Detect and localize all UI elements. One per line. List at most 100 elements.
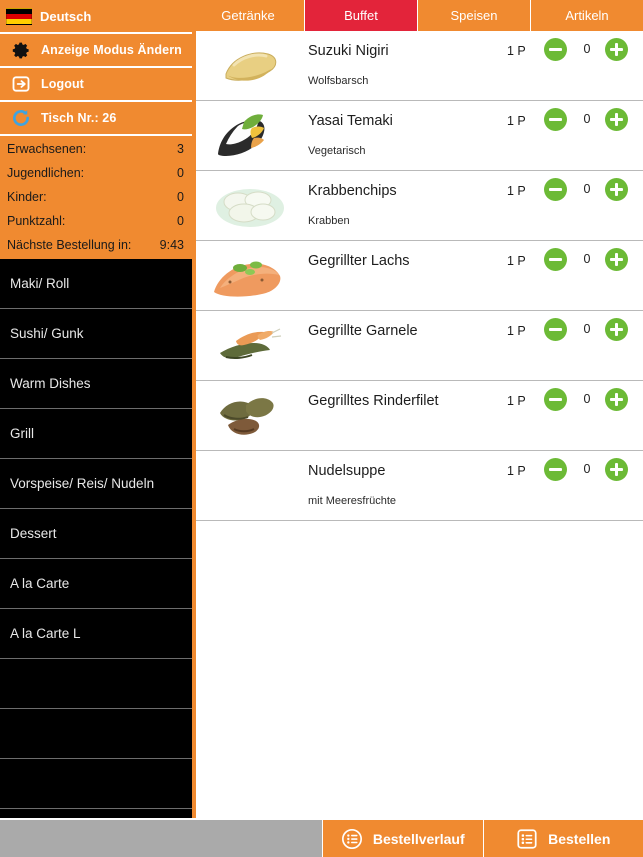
dish-thumbnail-shrimp — [204, 317, 296, 375]
item-quantity: 0 — [583, 322, 591, 336]
stat-label: Nächste Bestellung in: — [7, 238, 132, 252]
square-list-icon — [516, 828, 538, 850]
sidebar-item-a-la-carte[interactable]: A la Carte — [0, 559, 192, 609]
dish-thumbnail-none — [204, 457, 296, 515]
tab-label: Buffet — [344, 8, 378, 23]
item-quantity: 0 — [583, 42, 591, 56]
sidebar-item-empty[interactable] — [0, 759, 192, 809]
decrease-quantity-button[interactable] — [544, 38, 567, 61]
tab-artikeln[interactable]: Artikeln — [531, 0, 643, 31]
table-row[interactable]: Gegrillte Garnele 1 P 0 — [196, 311, 643, 381]
sidebar-item-vorspeise-reis-nudeln[interactable]: Vorspeise/ Reis/ Nudeln — [0, 459, 192, 509]
decrease-quantity-button[interactable] — [544, 248, 567, 271]
display-mode-label: Anzeige Modus Ändern — [41, 43, 182, 57]
tab-getranke[interactable]: Getränke — [192, 0, 305, 31]
decrease-quantity-button[interactable] — [544, 318, 567, 341]
category-tab-bar: Getränke Buffet Speisen Artikeln — [192, 0, 643, 31]
item-name: Gegrillter Lachs — [308, 253, 410, 269]
sidebar-item-sushi-gunk[interactable]: Sushi/ Gunk — [0, 309, 192, 359]
sidebar-item-empty[interactable] — [0, 709, 192, 759]
item-subtitle: mit Meeresfrüchte — [308, 495, 397, 507]
gear-icon — [8, 41, 34, 60]
tab-speisen[interactable]: Speisen — [418, 0, 531, 31]
plus-icon — [614, 43, 619, 56]
table-row[interactable]: Krabbenchips Krabben 1 P 0 — [196, 171, 643, 241]
category-label: Sushi/ Gunk — [10, 326, 84, 341]
tab-buffet[interactable]: Buffet — [305, 0, 418, 31]
tab-label: Speisen — [450, 8, 498, 23]
category-label: Warm Dishes — [10, 376, 91, 391]
plus-icon — [614, 463, 619, 476]
category-list: Maki/ Roll Sushi/ Gunk Warm Dishes Grill… — [0, 259, 192, 809]
decrease-quantity-button[interactable] — [544, 178, 567, 201]
sidebar-item-maki-roll[interactable]: Maki/ Roll — [0, 259, 192, 309]
decrease-quantity-button[interactable] — [544, 458, 567, 481]
increase-quantity-button[interactable] — [605, 108, 628, 131]
stat-value: 9:43 — [159, 238, 184, 252]
sidebar-item-display-mode[interactable]: Anzeige Modus Ändern — [0, 34, 192, 68]
table-number-label: Tisch Nr.: 26 — [41, 111, 117, 125]
category-label: Grill — [10, 426, 34, 441]
stat-value: 0 — [177, 166, 184, 180]
increase-quantity-button[interactable] — [605, 178, 628, 201]
increase-quantity-button[interactable] — [605, 318, 628, 341]
item-price: 1 P — [507, 44, 526, 58]
increase-quantity-button[interactable] — [605, 458, 628, 481]
minus-icon — [549, 397, 562, 402]
increase-quantity-button[interactable] — [605, 38, 628, 61]
menu-item-list: Suzuki Nigiri Wolfsbarsch 1 P 0 Yasai Te… — [192, 31, 643, 820]
sidebar-item-table-number[interactable]: Tisch Nr.: 26 — [0, 102, 192, 136]
dish-thumbnail-chips — [204, 177, 296, 235]
stat-row: Jugendlichen: 0 — [0, 161, 192, 185]
plus-icon — [614, 113, 619, 126]
decrease-quantity-button[interactable] — [544, 388, 567, 411]
sidebar-item-dessert[interactable]: Dessert — [0, 509, 192, 559]
stat-label: Jugendlichen: — [7, 166, 85, 180]
table-row[interactable]: Gegrilltes Rinderfilet 1 P 0 — [196, 381, 643, 451]
sidebar: Deutsch Anzeige Modus Ändern Logout Tisc… — [0, 0, 192, 820]
sidebar-item-a-la-carte-l[interactable]: A la Carte L — [0, 609, 192, 659]
order-history-button[interactable]: Bestellverlauf — [322, 820, 483, 857]
decrease-quantity-button[interactable] — [544, 108, 567, 131]
dish-thumbnail-beef — [204, 387, 296, 445]
item-name: Yasai Temaki — [308, 113, 393, 129]
stat-value: 3 — [177, 142, 184, 156]
category-label: Maki/ Roll — [10, 276, 70, 291]
sidebar-item-empty[interactable] — [0, 659, 192, 709]
item-quantity: 0 — [583, 462, 591, 476]
sidebar-item-logout[interactable]: Logout — [0, 68, 192, 102]
plus-icon — [614, 323, 619, 336]
category-label: A la Carte L — [10, 626, 81, 641]
stat-row: Erwachsenen: 3 — [0, 137, 192, 161]
minus-icon — [549, 117, 562, 122]
tab-label: Getränke — [221, 8, 275, 23]
stat-label: Kinder: — [7, 190, 47, 204]
table-row[interactable]: Suzuki Nigiri Wolfsbarsch 1 P 0 — [196, 31, 643, 101]
plus-icon — [614, 253, 619, 266]
german-flag-icon — [6, 7, 32, 25]
stat-label: Punktzahl: — [7, 214, 66, 228]
item-subtitle: Wolfsbarsch — [308, 75, 369, 87]
stat-row-next-order: Nächste Bestellung in: 9:43 — [0, 233, 192, 257]
item-price: 1 P — [507, 254, 526, 268]
sidebar-item-warm-dishes[interactable]: Warm Dishes — [0, 359, 192, 409]
circle-list-icon — [341, 828, 363, 850]
item-price: 1 P — [507, 394, 526, 408]
item-price: 1 P — [507, 324, 526, 338]
table-row[interactable]: Yasai Temaki Vegetarisch 1 P 0 — [196, 101, 643, 171]
place-order-label: Bestellen — [548, 830, 611, 847]
sidebar-item-grill[interactable]: Grill — [0, 409, 192, 459]
app-root: Deutsch Anzeige Modus Ändern Logout Tisc… — [0, 0, 643, 857]
language-selector[interactable]: Deutsch — [0, 0, 192, 34]
tab-label: Artikeln — [565, 8, 609, 23]
table-row[interactable]: Nudelsuppe mit Meeresfrüchte 1 P 0 — [196, 451, 643, 521]
minus-icon — [549, 327, 562, 332]
increase-quantity-button[interactable] — [605, 248, 628, 271]
stat-value: 0 — [177, 214, 184, 228]
increase-quantity-button[interactable] — [605, 388, 628, 411]
item-price: 1 P — [507, 184, 526, 198]
table-row[interactable]: Gegrillter Lachs 1 P 0 — [196, 241, 643, 311]
item-quantity: 0 — [583, 182, 591, 196]
item-name: Suzuki Nigiri — [308, 43, 389, 59]
place-order-button[interactable]: Bestellen — [482, 820, 643, 857]
